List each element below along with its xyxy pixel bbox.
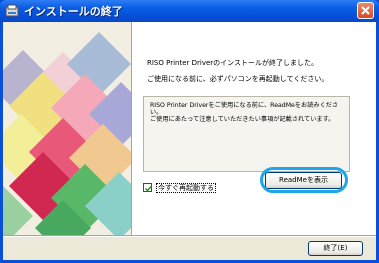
footer-separator-highlight xyxy=(3,236,376,237)
close-icon xyxy=(361,6,370,15)
restart-now-label[interactable]: 今すぐ再起動する xyxy=(156,183,216,193)
restart-now-checkbox[interactable] xyxy=(143,183,153,192)
decorative-diamond-art xyxy=(3,22,131,235)
readme-notice-text: RISO Printer Driverをご使用になる前に、ReadMeをお読みく… xyxy=(150,102,339,124)
title-bar[interactable]: インストールの終了 xyxy=(0,0,379,22)
install-complete-text: RISO Printer Driverのインストールが終了しました。 xyxy=(147,59,319,67)
close-button[interactable] xyxy=(357,2,374,19)
message-panel: RISO Printer Driverのインストールが終了しました。 ご使用にな… xyxy=(132,22,376,235)
dialog-client-area: RISO Printer Driverのインストールが終了しました。 ご使用にな… xyxy=(3,22,376,260)
exit-button[interactable]: 終了(E) xyxy=(308,241,363,256)
installer-icon xyxy=(5,4,19,17)
restart-notice-text: ご使用になる前に、必ずパソコンを再起動してください。 xyxy=(147,75,329,83)
window-title: インストールの終了 xyxy=(24,5,123,18)
checkmark-icon xyxy=(144,185,153,192)
readme-group-box: RISO Printer Driverをご使用になる前に、ReadMeをお読みく… xyxy=(143,96,350,172)
readme-highlight-circle xyxy=(260,167,348,193)
installer-window: インストールの終了 RISO Printer Driverのインストールが終了し… xyxy=(0,0,379,263)
